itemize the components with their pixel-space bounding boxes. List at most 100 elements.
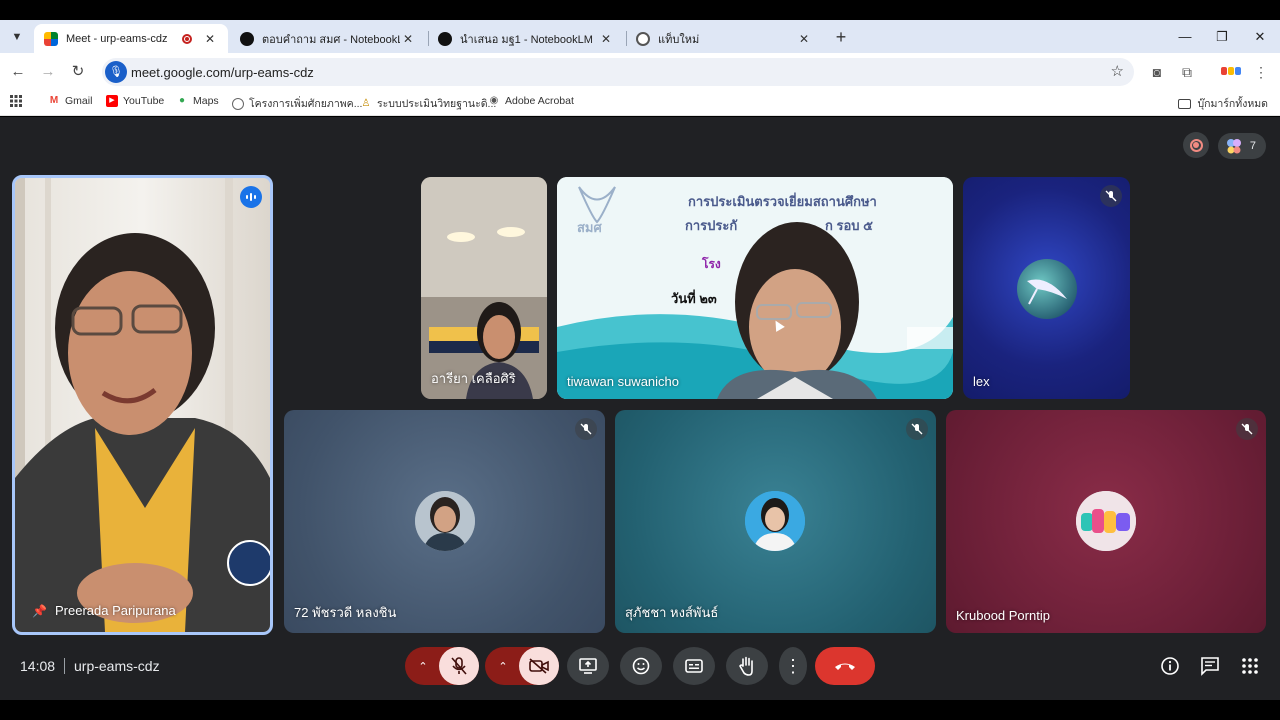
slide-line1: การประเมินตรวจเยี่ยมสถานศึกษา — [688, 194, 877, 209]
participant-tile[interactable]: สุภัชชา หงส์พันธ์ — [615, 410, 936, 633]
participant-avatars-icon — [1227, 139, 1241, 154]
recording-indicator-icon[interactable] — [1183, 132, 1209, 158]
notebooklm-icon — [240, 31, 254, 46]
back-icon[interactable]: ← — [7, 61, 29, 83]
bookmark-star-icon[interactable]: ☆ — [1111, 62, 1124, 80]
tab-search-icon[interactable]: ▼ — [6, 26, 28, 48]
bookmark-youtube[interactable]: ▶ YouTube — [106, 95, 164, 107]
youtube-icon: ▶ — [106, 95, 118, 107]
speaking-indicator-icon — [240, 186, 262, 208]
avatar — [415, 491, 475, 551]
tab-new-tab[interactable]: แท็บใหม่ ✕ — [626, 24, 822, 53]
extensions-icon[interactable]: ⧉ — [1178, 63, 1196, 81]
gmail-icon: M — [49, 95, 59, 106]
hand-icon — [739, 656, 753, 676]
folder-icon — [1178, 98, 1192, 109]
participant-tile[interactable]: สมศ การประเมินตรวจเยี่ยมสถานศึกษา การประ… — [557, 177, 953, 399]
tab-strip: ▼ Meet - urp-eams-cdz ✕ ตอบคำถาม สมศ - N… — [0, 20, 1280, 53]
captions-button[interactable] — [673, 647, 715, 685]
extension-logo-icon[interactable] — [1220, 63, 1242, 81]
close-window-icon[interactable]: ✕ — [1249, 26, 1271, 48]
restore-icon[interactable]: ❐ — [1211, 26, 1233, 48]
audio-options-chevron-icon[interactable]: ⌃ — [405, 647, 441, 685]
slide-line4: วันที่ ๒๓ — [671, 291, 717, 306]
emoji-icon — [632, 657, 650, 675]
speaker-video — [15, 178, 270, 632]
tab-notebooklm-1[interactable]: ตอบคำถาม สมศ - NotebookLM ✕ — [230, 24, 426, 53]
participant-name: lex — [973, 374, 990, 389]
more-vert-icon: ⋮ — [784, 655, 802, 676]
camera-toggle-button[interactable] — [519, 647, 559, 685]
reload-icon[interactable]: ↻ — [67, 61, 89, 83]
present-screen-button[interactable] — [567, 647, 609, 685]
participant-name: 72 พัชรวดี หลงชิน — [294, 605, 397, 620]
close-tab-icon[interactable]: ✕ — [400, 32, 416, 46]
more-menu-icon[interactable]: ⋮ — [1252, 63, 1270, 81]
bookmark-project[interactable]: โครงการเพิ่มศักยภาพค... — [232, 95, 362, 112]
globe-icon: ◉ — [489, 95, 499, 106]
avatar — [1017, 259, 1077, 319]
avatar — [1076, 491, 1136, 551]
participant-video — [421, 177, 547, 399]
forward-icon[interactable]: → — [37, 61, 59, 83]
video-controls: ⌃ — [485, 647, 559, 685]
hang-up-icon — [835, 663, 855, 670]
slide-line3: โรง — [702, 257, 721, 271]
more-options-button[interactable]: ⋮ — [779, 647, 807, 685]
camera-icon[interactable]: ◙ — [1148, 63, 1166, 81]
participant-tile-main[interactable]: 📌 Preerada Paripurana — [12, 175, 273, 635]
leave-call-button[interactable] — [815, 647, 875, 685]
participant-tile[interactable]: Krubood Porntip — [946, 410, 1266, 633]
microphone-icon[interactable]: 🎙 — [105, 61, 127, 83]
tab-notebooklm-2[interactable]: นำเสนอ มฐ1 - NotebookLM ✕ — [428, 24, 624, 53]
chrome-icon — [636, 31, 650, 46]
participant-tile[interactable]: อารียา เคลือศิริ — [421, 177, 547, 399]
chat-icon[interactable] — [1199, 655, 1221, 677]
reactions-button[interactable] — [620, 647, 662, 685]
participant-name: สุภัชชา หงส์พันธ์ — [625, 605, 719, 620]
url-text[interactable]: meet.google.com/urp-eams-cdz — [131, 65, 314, 80]
bookmark-evaluation[interactable]: ♙ ระบบประเมินวิทยฐานะดิ... — [360, 95, 497, 112]
mic-off-icon — [906, 418, 928, 440]
participants-button[interactable]: 7 — [1218, 133, 1266, 159]
maps-icon: ● — [178, 95, 186, 106]
meet-favicon-icon — [44, 31, 58, 46]
close-tab-icon[interactable]: ✕ — [796, 32, 812, 46]
raise-hand-button[interactable] — [726, 647, 768, 685]
mic-off-icon — [575, 418, 597, 440]
web-icon — [232, 97, 244, 110]
video-options-chevron-icon[interactable]: ⌃ — [485, 647, 521, 685]
camera-off-icon — [529, 658, 549, 674]
all-bookmarks-folder[interactable]: บุ๊กมาร์กทั้งหมด — [1178, 95, 1268, 112]
bookmark-gmail[interactable]: M Gmail — [48, 95, 93, 107]
participant-name: tiwawan suwanicho — [567, 374, 680, 389]
audio-controls: ⌃ — [405, 647, 479, 685]
meeting-code: urp-eams-cdz — [74, 658, 160, 674]
minimize-icon[interactable]: — — [1174, 26, 1196, 48]
tab-meet[interactable]: Meet - urp-eams-cdz ✕ — [34, 24, 228, 53]
pin-icon: 📌 — [32, 604, 47, 618]
avatar — [745, 491, 805, 551]
bookmark-adobe[interactable]: ◉ Adobe Acrobat — [488, 95, 574, 107]
captions-icon — [685, 659, 703, 673]
new-tab-button[interactable]: + — [830, 26, 852, 48]
close-tab-icon[interactable]: ✕ — [598, 32, 614, 46]
participant-tile[interactable]: 72 พัชรวดี หลงชิน — [284, 410, 605, 633]
browser-toolbar: ← → ↻ 🎙 meet.google.com/urp-eams-cdz ☆ ◙… — [0, 53, 1280, 91]
recording-icon — [182, 33, 192, 44]
meeting-time: 14:08 — [20, 658, 56, 674]
address-bar[interactable]: 🎙 meet.google.com/urp-eams-cdz ☆ — [102, 58, 1134, 86]
activities-icon[interactable] — [1239, 655, 1261, 677]
mic-toggle-button[interactable] — [439, 647, 479, 685]
notebooklm-icon — [438, 31, 452, 46]
mic-off-icon — [1100, 185, 1122, 207]
participant-tile[interactable]: lex — [963, 177, 1130, 399]
close-tab-icon[interactable]: ✕ — [202, 32, 218, 46]
participant-name: Krubood Porntip — [956, 608, 1050, 623]
meeting-details-icon[interactable] — [1159, 655, 1181, 677]
apps-icon[interactable] — [10, 95, 22, 107]
bookmark-maps[interactable]: ● Maps — [176, 95, 219, 107]
slide-logo-text: สมศ — [577, 220, 602, 235]
bookmarks-bar: M Gmail ▶ YouTube ● Maps โครงการเพิ่มศัก… — [0, 91, 1280, 116]
mic-off-icon — [451, 657, 467, 675]
